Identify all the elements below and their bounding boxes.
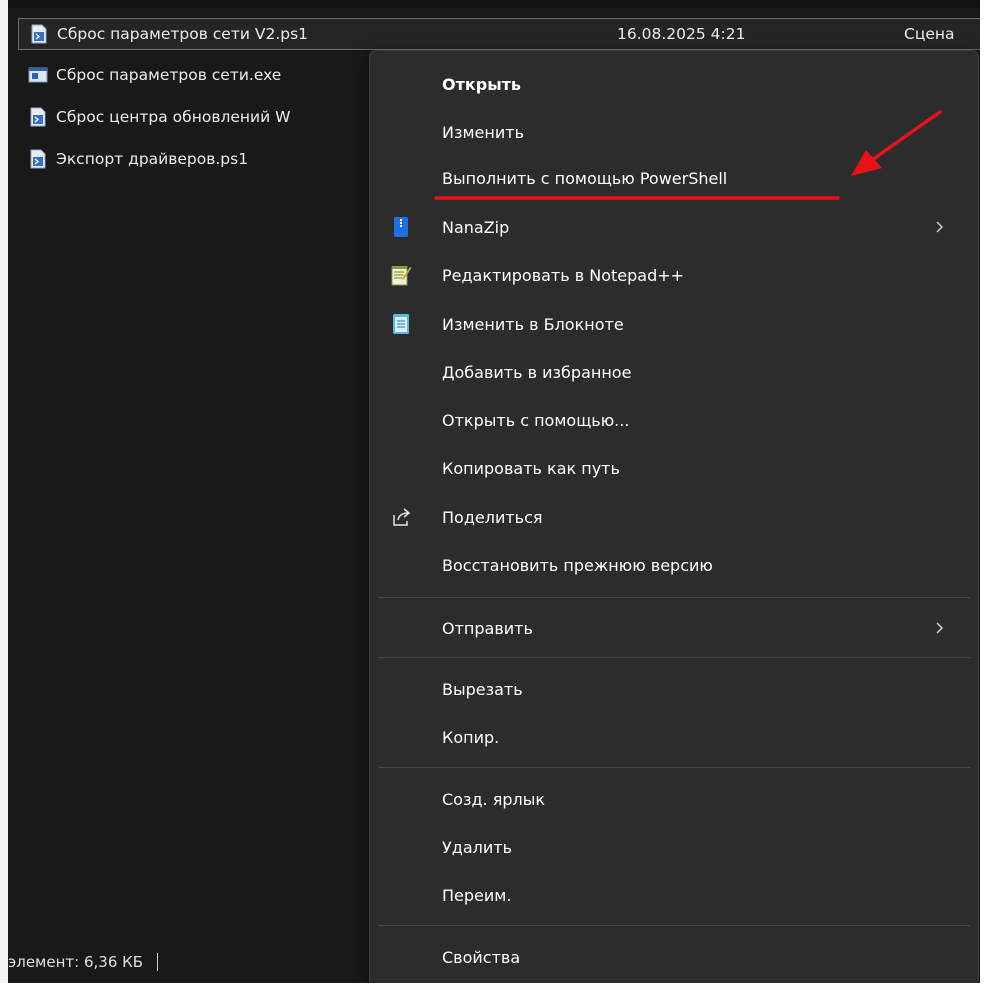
exe-icon — [28, 67, 48, 83]
file-type: Сцена — [904, 25, 955, 43]
menu-item-label: Копир. — [442, 727, 500, 747]
window-bottom-edge — [0, 983, 984, 989]
menu-item-properties[interactable]: Свойства — [378, 934, 970, 980]
status-text: элемент: 6,36 КБ — [8, 953, 144, 971]
nanazip-archive-icon — [394, 217, 408, 237]
chevron-right-icon — [936, 622, 943, 634]
menu-item-label: Добавить в избранное — [442, 362, 632, 382]
menu-item-edit-notepad-plus-plus[interactable]: Редактировать в Notepad++ — [378, 252, 970, 298]
menu-item-copy[interactable]: Копир. — [378, 714, 970, 760]
screen: Сброс параметров сети V2.ps1 16.08.2025 … — [0, 0, 984, 989]
powershell-script-icon — [30, 107, 46, 127]
menu-item-copy-as-path[interactable]: Копировать как путь — [378, 445, 970, 491]
menu-item-label: Копировать как путь — [442, 458, 620, 478]
window-right-edge — [980, 0, 984, 989]
file-date: 16.08.2025 4:21 — [617, 25, 746, 43]
context-menu: Открыть Изменить Выполнить с помощью Pow… — [369, 50, 979, 987]
menu-separator — [378, 657, 970, 658]
menu-item-delete[interactable]: Удалить — [378, 824, 970, 870]
menu-item-label: Удалить — [442, 837, 512, 857]
menu-item-label: Поделиться — [442, 507, 543, 527]
menu-item-label: Восстановить прежнюю версию — [442, 555, 713, 575]
menu-item-nanazip[interactable]: NanaZip — [378, 204, 970, 250]
status-bar: элемент: 6,36 КБ — [8, 942, 408, 982]
menu-item-label: Свойства — [442, 947, 521, 967]
menu-item-open[interactable]: Открыть — [378, 61, 970, 107]
menu-item-label: Открыть — [442, 74, 522, 94]
menu-item-cut[interactable]: Вырезать — [378, 666, 970, 712]
menu-item-rename[interactable]: Переим. — [378, 872, 970, 918]
window-left-edge — [0, 0, 8, 989]
menu-separator — [378, 767, 970, 768]
powershell-script-icon — [31, 24, 47, 44]
file-explorer-pane: Сброс параметров сети V2.ps1 16.08.2025 … — [0, 0, 984, 989]
menu-item-label: Вырезать — [442, 679, 523, 699]
menu-item-label: Изменить — [442, 122, 524, 142]
status-separator — [157, 953, 159, 971]
menu-item-restore-previous-version[interactable]: Восстановить прежнюю версию — [378, 542, 970, 588]
menu-item-share[interactable]: Поделиться — [378, 494, 970, 540]
header-strip — [0, 0, 984, 8]
file-name: Сброс параметров сети V2.ps1 — [57, 25, 309, 43]
notepad-plus-plus-icon — [391, 266, 412, 286]
menu-item-label: NanaZip — [442, 217, 510, 237]
share-icon — [393, 508, 411, 526]
notepad-icon — [393, 314, 409, 334]
menu-separator — [378, 597, 970, 598]
menu-item-label: Изменить в Блокноте — [442, 314, 624, 334]
menu-item-open-with[interactable]: Открыть с помощью... — [378, 397, 970, 443]
menu-item-edit-in-notepad[interactable]: Изменить в Блокноте — [378, 301, 970, 347]
menu-item-label: Выполнить с помощью PowerShell — [442, 168, 728, 188]
menu-item-label: Редактировать в Notepad++ — [442, 265, 685, 285]
powershell-script-icon — [30, 149, 46, 169]
menu-item-run-with-powershell[interactable]: Выполнить с помощью PowerShell — [378, 155, 970, 201]
file-row-selected[interactable]: Сброс параметров сети V2.ps1 16.08.2025 … — [18, 18, 984, 50]
menu-item-edit[interactable]: Изменить — [378, 109, 970, 155]
menu-item-create-shortcut[interactable]: Созд. ярлык — [378, 776, 970, 822]
menu-item-label: Созд. ярлык — [442, 789, 546, 809]
menu-item-send-to[interactable]: Отправить — [378, 605, 970, 651]
chevron-right-icon — [936, 221, 943, 233]
menu-item-label: Отправить — [442, 618, 533, 638]
menu-item-label: Переим. — [442, 885, 512, 905]
menu-separator — [378, 925, 970, 926]
menu-item-add-to-favorites[interactable]: Добавить в избранное — [378, 349, 970, 395]
menu-item-label: Открыть с помощью... — [442, 410, 630, 430]
